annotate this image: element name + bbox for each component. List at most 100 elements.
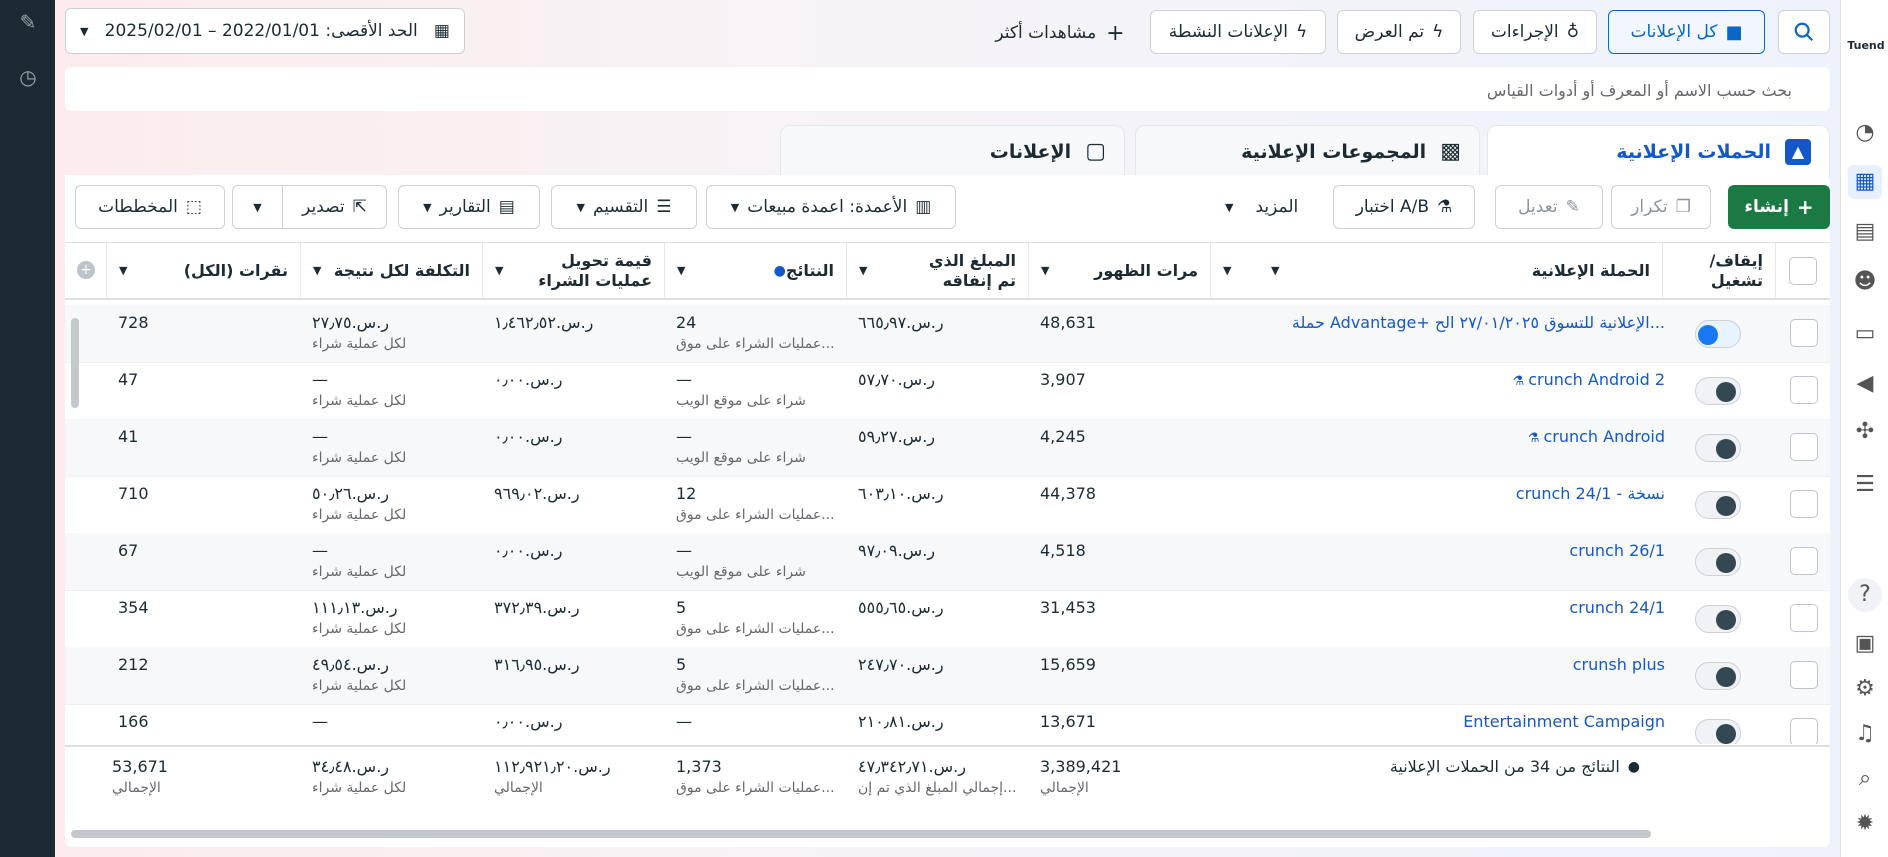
row-toggle[interactable]	[1695, 491, 1741, 519]
table-row[interactable]: crunch 24/1 - نسخة 44,378 ر.س.٦٠٣٫١٠ 12 عملي…	[65, 476, 1830, 534]
campaign-name[interactable]: ⚗ crunch Android 2	[1235, 370, 1665, 389]
search-icon[interactable]: ⌕	[1848, 762, 1882, 796]
col-purchase-value[interactable]: ▼ قيمة تحويل عمليات الشراء	[482, 243, 664, 299]
row-toggle[interactable]	[1695, 719, 1741, 744]
gauge-icon[interactable]: ◔	[1848, 116, 1882, 150]
breakdown-dropdown[interactable]: ▼ التقسيم ☰	[551, 185, 697, 229]
campaign-name[interactable]: Entertainment Campaign	[1235, 712, 1665, 731]
actions-button[interactable]: الإجراءات ♁	[1473, 10, 1597, 54]
row-toggle[interactable]	[1695, 548, 1741, 576]
campaign-link[interactable]: crunch 24/1 - نسخة	[1516, 484, 1665, 503]
col-cost-per-result[interactable]: ▼ التكلفة لكل نتيجة	[300, 243, 482, 299]
table-row[interactable]: حملة Advantage+ الإعلانية للتسوق ٢٧/٠١/٢…	[65, 305, 1830, 363]
table-row[interactable]: crunch 24/1 31,453 ر.س.٥٥٥٫٦٥ 5 عمليات الشرا…	[65, 590, 1830, 648]
row-checkbox[interactable]	[1790, 547, 1818, 575]
create-button[interactable]: إنشاء +	[1728, 185, 1830, 229]
table-row[interactable]: ⚗ crunch Android 4,245 ر.س.٥٩٫٢٧ — شراء على م…	[65, 419, 1830, 477]
date-range-picker[interactable]: ▼ الحد الأقصى: 2022/01/01 – 2025/02/01 ▦	[65, 8, 465, 54]
export-label: تصدير	[302, 197, 345, 217]
megaphone-icon[interactable]: ◀	[1848, 367, 1882, 401]
row-checkbox[interactable]	[1790, 604, 1818, 632]
flask-icon: ⚗	[1527, 431, 1540, 446]
pencil-icon[interactable]: ✎	[14, 8, 42, 36]
campaign-link[interactable]: Entertainment Campaign	[1463, 712, 1665, 731]
search-input[interactable]: بحث حسب الاسم أو المعرف أو أدوات القياس	[65, 67, 1830, 111]
campaign-link[interactable]: crunch 26/1	[1569, 541, 1665, 560]
impressions-cell: 4,518	[1040, 541, 1086, 560]
search-button[interactable]	[1778, 10, 1830, 54]
more-views-button[interactable]: مشاهدات أكثر +	[985, 20, 1135, 46]
row-toggle[interactable]	[1695, 434, 1741, 462]
people-icon[interactable]: ☻	[1848, 265, 1882, 299]
bell-icon[interactable]: ♫	[1848, 717, 1882, 751]
row-toggle[interactable]	[1695, 377, 1741, 405]
row-checkbox[interactable]	[1790, 718, 1818, 744]
more-dropdown[interactable]: ▼ المزيد	[1225, 197, 1325, 217]
row-checkbox[interactable]	[1790, 490, 1818, 518]
row-checkbox[interactable]	[1790, 661, 1818, 689]
horizontal-scrollbar[interactable]	[71, 830, 1651, 838]
campaign-name[interactable]: crunch 24/1 - نسخة	[1235, 484, 1665, 503]
active-ads-button[interactable]: الإعلانات النشطة ϟ	[1150, 10, 1326, 54]
campaign-name[interactable]: crunch 26/1	[1235, 541, 1665, 560]
col-impressions[interactable]: ▼ مرات الظهور	[1028, 243, 1210, 299]
shown-button[interactable]: تم العرض ϟ	[1337, 10, 1461, 54]
row-toggle[interactable]	[1695, 662, 1741, 690]
all-ads-button[interactable]: كل الإعلانات ■	[1608, 10, 1765, 54]
row-toggle[interactable]	[1695, 320, 1741, 348]
edit-button[interactable]: تعديل ✎	[1495, 185, 1603, 229]
export-dropdown-toggle[interactable]: ▼	[232, 185, 283, 229]
table-row[interactable]: Entertainment Campaign 13,671 ر.س.٢١٠٫٨١ — ر…	[65, 704, 1830, 744]
columns-dropdown[interactable]: ▼ الأعمدة: اعمدة مبيعات ▥	[706, 185, 956, 229]
cpr-cell: — لكل عملية شراء	[312, 370, 406, 409]
campaign-name[interactable]: ⚗ crunch Android	[1235, 427, 1665, 446]
campaign-link[interactable]: crunch Android 2	[1528, 370, 1665, 389]
table-row[interactable]: crunch 26/1 4,518 ر.س.٩٧٫٠٩ — شراء على موقع …	[65, 533, 1830, 591]
credit-card-icon[interactable]: ▭	[1848, 317, 1882, 351]
right-sidebar: Tuend ◔ ▦ ▤ ☻ ▭ ◀ ✣ ☰ ? ▣ ⚙ ♫ ⌕ ✹	[1840, 0, 1888, 857]
clock-icon[interactable]: ◷	[14, 63, 42, 91]
table-row[interactable]: crunsh plus 15,659 ر.س.٢٤٧٫٧٠ 5 عمليات الشرا…	[65, 647, 1830, 705]
row-checkbox[interactable]	[1790, 376, 1818, 404]
row-checkbox[interactable]	[1790, 433, 1818, 461]
row-checkbox[interactable]	[1790, 319, 1818, 347]
all-ads-label: كل الإعلانات	[1630, 22, 1718, 42]
add-column-icon[interactable]: +	[77, 261, 95, 279]
col-campaign[interactable]: ▼ الحملة الإعلانية ▼	[1210, 243, 1662, 299]
campaign-link[interactable]: حملة Advantage+ الإعلانية للتسوق ٢٧/٠١/٢…	[1292, 313, 1665, 332]
reports-icon: ▤	[498, 197, 515, 217]
reports-dropdown[interactable]: ▼ التقارير ▤	[398, 185, 540, 229]
impressions-cell: 3,907	[1040, 370, 1086, 389]
ab-test-button[interactable]: اختبار A/B ⚗	[1333, 185, 1475, 229]
col-toggle[interactable]: إيقاف/ تشغيل	[1662, 243, 1775, 299]
row-toggle[interactable]	[1695, 605, 1741, 633]
tab-campaigns[interactable]: الحملات الإعلانية ▲	[1487, 125, 1830, 177]
tab-ads[interactable]: الإعلانات ▢	[780, 125, 1125, 177]
id-card-icon[interactable]: ▣	[1848, 627, 1882, 661]
campaign-link[interactable]: crunch 24/1	[1569, 598, 1665, 617]
charts-button[interactable]: المخططات ⬚	[75, 185, 225, 229]
campaign-link[interactable]: crunsh plus	[1573, 655, 1665, 674]
campaign-link[interactable]: crunch Android	[1543, 427, 1665, 446]
column-dropdown-icon[interactable]: ▼	[1271, 261, 1279, 281]
book-icon[interactable]: ▤	[1848, 215, 1882, 249]
col-spent[interactable]: ▼ المبلغ الذي تم إنفاقه	[846, 243, 1028, 299]
table-icon[interactable]: ▦	[1848, 165, 1882, 199]
tab-ad-sets[interactable]: المجموعات الإعلانية ▩	[1135, 125, 1480, 177]
impressions-value: 15,659	[1040, 655, 1096, 674]
gear-icon[interactable]: ⚙	[1848, 672, 1882, 706]
export-button[interactable]: تصدير ⇱	[282, 185, 387, 229]
campaign-name[interactable]: حملة Advantage+ الإعلانية للتسوق ٢٧/٠١/٢…	[1235, 313, 1665, 332]
table-row[interactable]: ⚗ crunch Android 2 3,907 ر.س.٥٧٫٧٠ — شراء على…	[65, 362, 1830, 420]
network-icon[interactable]: ✣	[1848, 415, 1882, 449]
col-clicks[interactable]: ▼ نقرات (الكل)	[106, 243, 300, 299]
duplicate-button[interactable]: تكرار ❐	[1611, 185, 1711, 229]
campaign-name[interactable]: crunsh plus	[1235, 655, 1665, 674]
menu-icon[interactable]: ☰	[1848, 468, 1882, 502]
col-results[interactable]: ▼ ● النتائج	[664, 243, 846, 299]
select-all-checkbox[interactable]	[1789, 257, 1817, 285]
help-icon[interactable]: ?	[1848, 578, 1882, 612]
campaign-name[interactable]: crunch 24/1	[1235, 598, 1665, 617]
vertical-scrollbar[interactable]	[71, 318, 79, 408]
bug-icon[interactable]: ✹	[1848, 807, 1882, 841]
